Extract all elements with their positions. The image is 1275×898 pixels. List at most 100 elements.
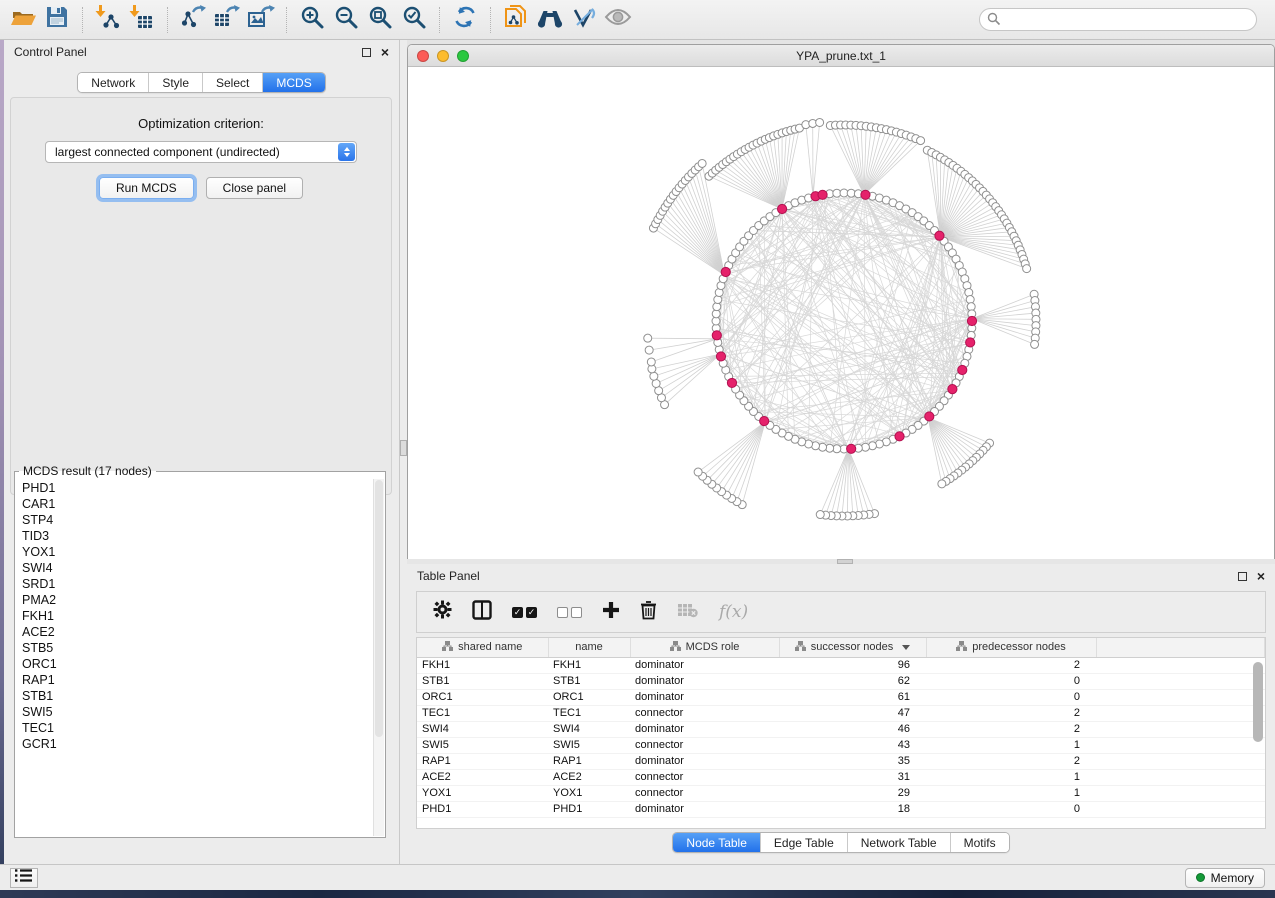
memory-button[interactable]: Memory (1185, 868, 1265, 888)
table-row[interactable]: PHD1PHD1dominator180 (417, 801, 1265, 817)
mcds-node[interactable] (925, 412, 934, 421)
column-header-name[interactable]: name (548, 638, 630, 657)
float-panel-icon[interactable] (362, 48, 371, 57)
mcds-node[interactable] (958, 365, 967, 374)
developer-log-button[interactable] (10, 868, 38, 888)
mcds-result-item[interactable]: FKH1 (22, 608, 385, 624)
table-row[interactable]: SWI5SWI5connector431 (417, 737, 1265, 753)
table-scrollbar[interactable] (1253, 660, 1263, 826)
network-canvas[interactable] (408, 67, 1274, 559)
criterion-select[interactable]: largest connected component (undirected) (45, 141, 357, 163)
table-row[interactable]: SWI4SWI4dominator462 (417, 721, 1265, 737)
search-binoculars-button[interactable] (533, 4, 567, 36)
table-row[interactable]: FKH1FKH1dominator962 (417, 657, 1265, 673)
zoom-fit-button[interactable] (363, 4, 397, 36)
mcds-result-item[interactable]: YOX1 (22, 544, 385, 560)
mcds-node[interactable] (935, 231, 944, 240)
table-row[interactable]: RAP1RAP1dominator352 (417, 753, 1265, 769)
minimize-window-icon[interactable] (437, 50, 449, 62)
mcds-node[interactable] (760, 416, 769, 425)
export-network-button[interactable] (176, 4, 210, 36)
tab-network-table[interactable]: Network Table (848, 833, 951, 852)
mcds-node[interactable] (847, 444, 856, 453)
deselect-all-columns-button[interactable] (557, 607, 582, 618)
table-row[interactable]: ACE2ACE2connector311 (417, 769, 1265, 785)
select-all-columns-button[interactable]: ✓✓ (512, 607, 537, 618)
table-row[interactable]: TEC1TEC1connector472 (417, 705, 1265, 721)
mcds-result-item[interactable]: SRD1 (22, 576, 385, 592)
mcds-result-item[interactable]: SWI5 (22, 704, 385, 720)
close-panel-icon[interactable]: × (381, 47, 389, 57)
mcds-result-item[interactable]: ACE2 (22, 624, 385, 640)
delete-column-button[interactable] (640, 600, 657, 625)
mcds-result-item[interactable]: ORC1 (22, 656, 385, 672)
close-table-panel-icon[interactable]: × (1257, 571, 1265, 581)
mcds-node[interactable] (818, 190, 827, 199)
mcds-node[interactable] (948, 385, 957, 394)
mcds-result-item[interactable]: TEC1 (22, 720, 385, 736)
zoom-in-button[interactable] (295, 4, 329, 36)
table-row[interactable]: ORC1ORC1dominator610 (417, 689, 1265, 705)
network-graph[interactable] (408, 67, 1274, 559)
float-table-panel-icon[interactable] (1238, 572, 1247, 581)
column-header-successor-nodes[interactable]: successor nodes (779, 638, 926, 657)
splitter-grip[interactable] (400, 440, 407, 456)
column-layout-button[interactable] (472, 600, 492, 625)
mcds-node[interactable] (966, 338, 975, 347)
tab-mcds[interactable]: MCDS (263, 73, 324, 92)
mcds-node[interactable] (895, 432, 904, 441)
result-list-scrollbar[interactable] (373, 479, 384, 836)
table-settings-button[interactable] (433, 600, 452, 624)
zoom-selected-button[interactable] (397, 4, 431, 36)
mcds-node[interactable] (777, 204, 786, 213)
table-row[interactable]: YOX1YOX1connector291 (417, 785, 1265, 801)
column-header-MCDS-role[interactable]: MCDS role (630, 638, 779, 657)
export-table-button[interactable] (210, 4, 244, 36)
vertical-splitter[interactable] (400, 40, 407, 864)
close-window-icon[interactable] (417, 50, 429, 62)
tab-motifs[interactable]: Motifs (951, 833, 1009, 852)
save-session-button[interactable] (40, 4, 74, 36)
column-header-shared-name[interactable]: shared name (417, 638, 548, 657)
mcds-result-item[interactable]: GCR1 (22, 736, 385, 752)
mcds-result-item[interactable]: STB5 (22, 640, 385, 656)
run-mcds-button[interactable]: Run MCDS (99, 177, 194, 199)
mcds-node[interactable] (861, 190, 870, 199)
tab-edge-table[interactable]: Edge Table (761, 833, 848, 852)
mcds-result-item[interactable]: RAP1 (22, 672, 385, 688)
add-column-button[interactable] (602, 601, 620, 624)
tab-select[interactable]: Select (203, 73, 263, 92)
mcds-node[interactable] (721, 267, 730, 276)
mcds-node[interactable] (727, 378, 736, 387)
show-hide-graphics-button[interactable] (601, 4, 635, 36)
close-panel-button[interactable]: Close panel (206, 177, 303, 199)
tab-network[interactable]: Network (78, 73, 149, 92)
maximize-window-icon[interactable] (457, 50, 469, 62)
tab-node-table[interactable]: Node Table (673, 833, 761, 852)
mcds-result-item[interactable]: PMA2 (22, 592, 385, 608)
import-network-button[interactable] (91, 4, 125, 36)
mcds-node[interactable] (967, 316, 976, 325)
tab-style[interactable]: Style (149, 73, 203, 92)
global-search-input[interactable] (979, 8, 1257, 31)
mcds-result-item[interactable]: TID3 (22, 528, 385, 544)
column-header-predecessor-nodes[interactable]: predecessor nodes (926, 638, 1096, 657)
list-icon (15, 868, 33, 888)
zoom-out-button[interactable] (329, 4, 363, 36)
mcds-node[interactable] (716, 352, 725, 361)
vizmap-preview-button[interactable] (567, 4, 601, 36)
import-table-button[interactable] (125, 4, 159, 36)
mcds-result-item[interactable]: PHD1 (22, 480, 385, 496)
open-session-button[interactable] (6, 4, 40, 36)
network-window-titlebar[interactable]: YPA_prune.txt_1 (408, 45, 1274, 67)
mcds-result-item[interactable]: SWI4 (22, 560, 385, 576)
table-scrollbar-thumb[interactable] (1253, 662, 1263, 742)
mcds-result-item[interactable]: CAR1 (22, 496, 385, 512)
clone-network-button[interactable] (499, 4, 533, 36)
mcds-result-item[interactable]: STP4 (22, 512, 385, 528)
update-view-button[interactable] (448, 4, 482, 36)
table-row[interactable]: STB1STB1dominator620 (417, 673, 1265, 689)
mcds-result-item[interactable]: STB1 (22, 688, 385, 704)
export-image-button[interactable] (244, 4, 278, 36)
mcds-node[interactable] (712, 331, 721, 340)
